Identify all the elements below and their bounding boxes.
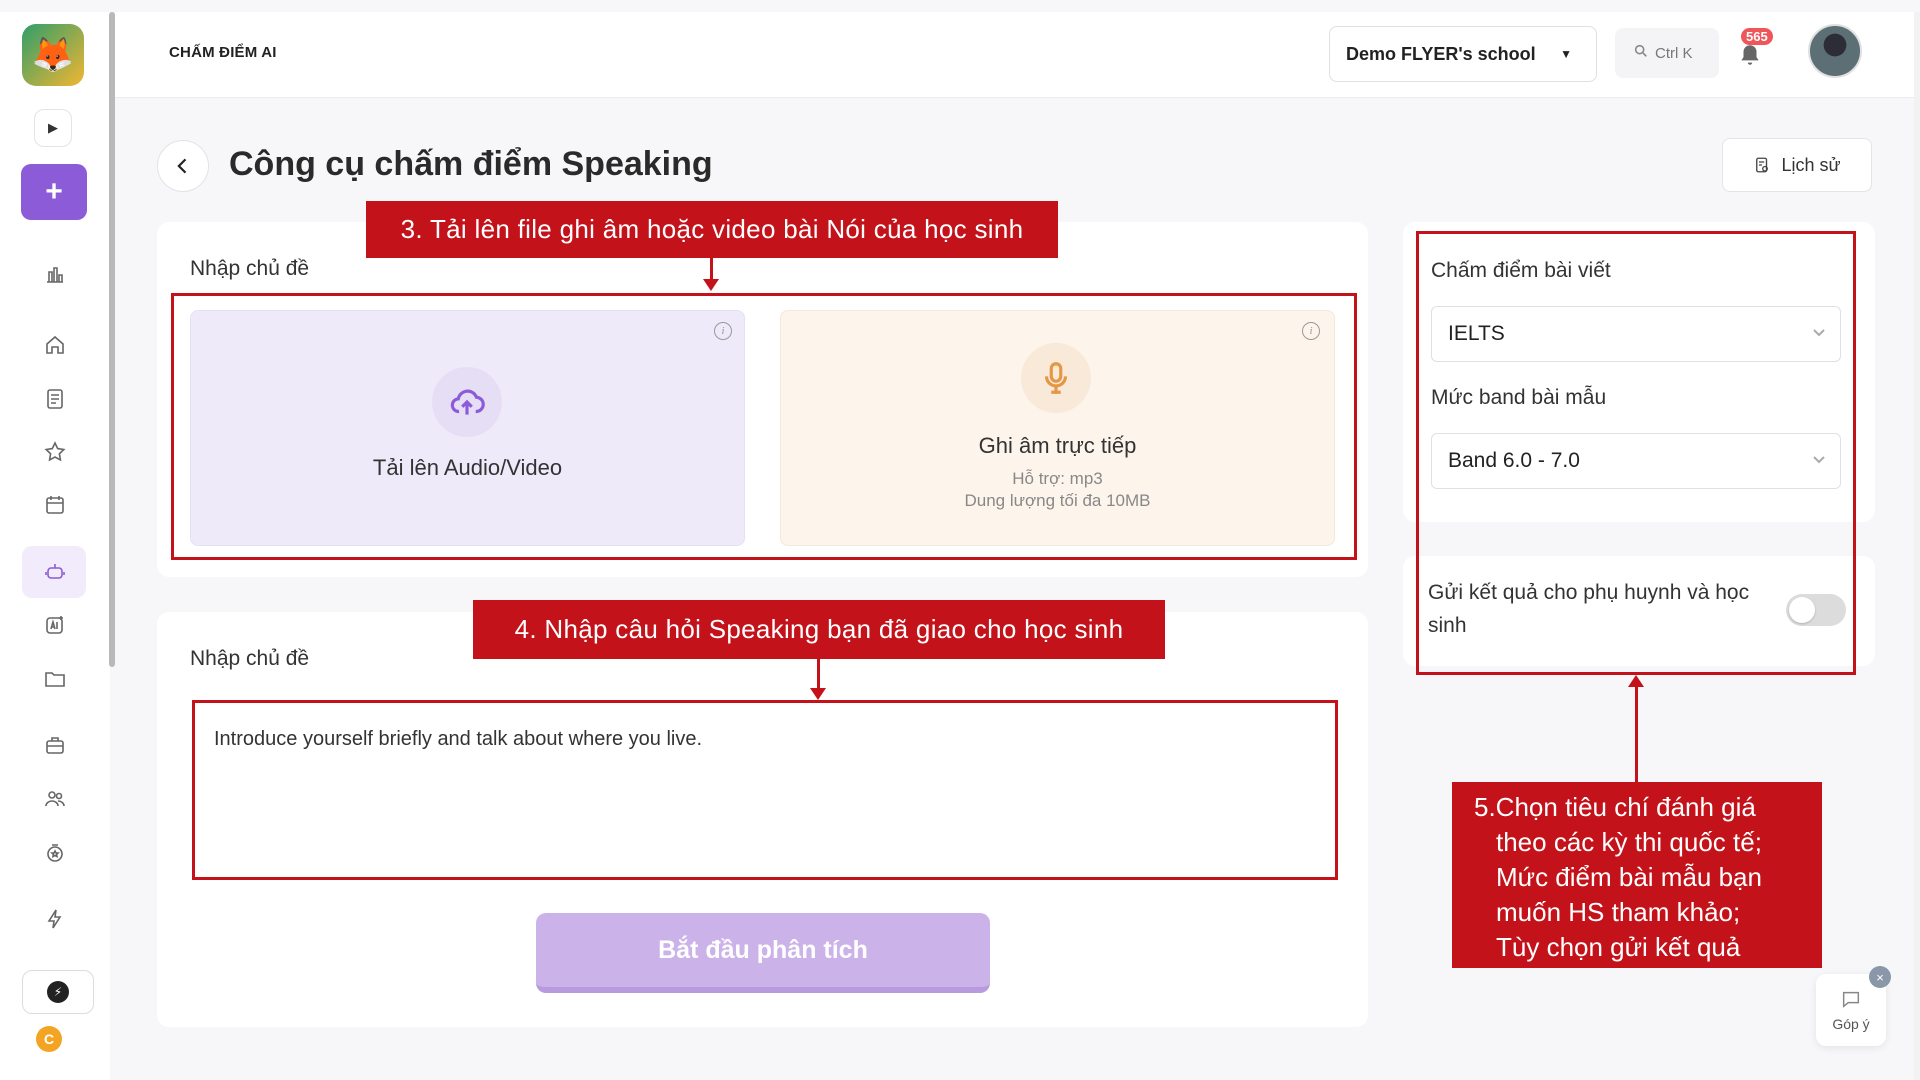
lightning-icon[interactable] xyxy=(40,904,70,934)
close-icon[interactable]: × xyxy=(1869,966,1891,988)
upload-section-label: Nhập chủ đề xyxy=(190,257,310,280)
annotation-step-5: 5.Chọn tiêu chí đánh giá theo các kỳ thi… xyxy=(1452,782,1822,968)
coin-badge[interactable]: C xyxy=(36,1026,62,1052)
history-icon xyxy=(1756,157,1769,173)
app-title: CHẤM ĐIỂM AI xyxy=(169,44,277,61)
annotation-frame-settings xyxy=(1416,231,1856,675)
search-shortcut: Ctrl K xyxy=(1655,44,1693,62)
caret-down-icon: ▼ xyxy=(1560,47,1572,61)
annotation-step-5-line: theo các kỳ thi quốc tế; xyxy=(1496,827,1762,857)
annotation-arrow xyxy=(1635,686,1638,782)
home-icon[interactable] xyxy=(40,330,70,360)
robot-icon[interactable] xyxy=(40,557,70,587)
feedback-label: Góp ý xyxy=(1832,1016,1870,1032)
search-icon xyxy=(1633,43,1649,63)
chat-bubble-icon xyxy=(1842,991,1860,1008)
document-icon[interactable] xyxy=(40,384,70,414)
annotation-arrow xyxy=(710,258,713,280)
search-button[interactable]: Ctrl K xyxy=(1615,28,1719,78)
quick-action-button[interactable]: ⚡ xyxy=(22,970,94,1014)
school-select-value: Demo FLYER's school xyxy=(1346,43,1536,64)
page-scrollbar[interactable] xyxy=(1914,12,1920,1080)
annotation-frame-upload xyxy=(171,293,1357,560)
users-icon[interactable] xyxy=(40,784,70,814)
annotation-arrow xyxy=(817,659,820,689)
app-root: 🦊 ▶ + ⚡ C CHẤM ĐIỂM AI Demo FLYER's scho… xyxy=(0,0,1920,1080)
annotation-step-5-line: muốn HS tham khảo; xyxy=(1496,897,1741,927)
top-header: CHẤM ĐIỂM AI Demo FLYER's school ▼ Ctrl … xyxy=(115,12,1920,98)
chart-icon[interactable] xyxy=(40,259,70,289)
back-button[interactable] xyxy=(157,140,209,192)
folder-icon[interactable] xyxy=(40,664,70,694)
arrow-down-icon xyxy=(703,279,719,291)
chevron-left-icon xyxy=(177,158,187,174)
annotation-step-5-line: Mức điểm bài mẫu bạn xyxy=(1496,862,1762,892)
annotation-step-3: 3. Tải lên file ghi âm hoặc video bài Nó… xyxy=(366,201,1058,258)
annotation-frame-question xyxy=(192,700,1338,880)
sidebar-scrollbar[interactable] xyxy=(109,12,115,667)
question-section-label: Nhập chủ đề xyxy=(190,647,310,670)
app-logo[interactable]: 🦊 xyxy=(22,24,84,86)
annotation-step-5-line: 5.Chọn tiêu chí đánh giá xyxy=(1474,792,1756,822)
page-title: Công cụ chấm điểm Speaking xyxy=(229,145,713,183)
calendar-icon[interactable] xyxy=(40,490,70,520)
ai-icon[interactable] xyxy=(40,610,70,640)
notification-badge: 565 xyxy=(1741,28,1773,45)
history-label: Lịch sử xyxy=(1781,154,1841,175)
compass-icon: ⚡ xyxy=(47,981,69,1003)
annotation-step-4: 4. Nhập câu hỏi Speaking bạn đã giao cho… xyxy=(473,600,1165,659)
history-button[interactable]: Lịch sử xyxy=(1722,138,1872,192)
logo-mascot-icon: 🦊 xyxy=(31,36,75,74)
arrow-down-icon xyxy=(810,688,826,700)
avatar[interactable] xyxy=(1808,24,1862,78)
add-button[interactable]: + xyxy=(21,164,87,220)
school-select[interactable]: Demo FLYER's school ▼ xyxy=(1329,26,1597,82)
annotation-step-5-line: Tùy chọn gửi kết quả xyxy=(1496,932,1741,962)
start-analysis-button[interactable]: Bắt đầu phân tích xyxy=(536,913,990,993)
badge-icon[interactable] xyxy=(40,838,70,868)
briefcase-icon[interactable] xyxy=(40,730,70,760)
expand-sidebar-button[interactable]: ▶ xyxy=(34,109,72,147)
bell-icon[interactable] xyxy=(1737,42,1765,70)
star-icon[interactable] xyxy=(40,437,70,467)
